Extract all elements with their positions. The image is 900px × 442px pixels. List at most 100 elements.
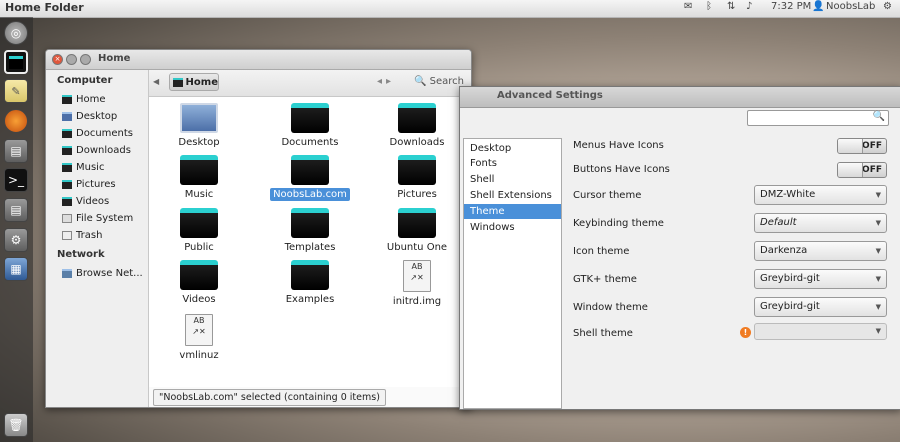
- system-monitor-2-icon[interactable]: ▤: [4, 198, 28, 222]
- sidebar-item-home[interactable]: Home: [62, 94, 106, 105]
- folder-icon: [291, 103, 329, 133]
- user-icon[interactable]: 👤: [812, 1, 824, 12]
- folder-icon: [291, 155, 329, 185]
- firefox-icon[interactable]: [4, 109, 28, 133]
- sidebar-item-desktop[interactable]: Desktop: [62, 111, 117, 122]
- category-windows[interactable]: Windows: [468, 220, 561, 235]
- file-manager-window: × Home Computer Home Desktop Documents D…: [45, 49, 472, 408]
- folder-icon: [62, 163, 72, 172]
- chevron-down-icon: ▼: [875, 191, 881, 199]
- category-shell-extensions[interactable]: Shell Extensions: [468, 188, 561, 203]
- advanced-settings-window: Advanced Settings 🔍 Desktop Fonts Shell …: [459, 86, 900, 410]
- folder-icon: [398, 103, 436, 133]
- sidebar-item-trash[interactable]: Trash: [62, 230, 102, 241]
- setting-label: Shell theme: [573, 328, 633, 339]
- folder-icon: [180, 260, 218, 290]
- sidebar-item-downloads[interactable]: Downloads: [62, 145, 131, 156]
- folder-icon: [62, 129, 72, 138]
- file-item-pictures[interactable]: Pictures: [369, 155, 465, 201]
- window-title: Home: [98, 53, 131, 64]
- setting-label: Menus Have Icons: [573, 140, 664, 151]
- clock[interactable]: 7:32 PM: [771, 1, 811, 12]
- file-item-documents[interactable]: Documents: [262, 103, 358, 149]
- volume-icon[interactable]: ♪: [746, 1, 752, 12]
- sidebar-heading-network: Network: [57, 249, 105, 260]
- file-item-templates[interactable]: Templates: [262, 208, 358, 254]
- file-item-videos[interactable]: Videos: [151, 260, 247, 306]
- sidebar-item-videos[interactable]: Videos: [62, 196, 109, 207]
- buttons-have-icons-toggle[interactable]: OFF: [837, 162, 887, 178]
- category-desktop[interactable]: Desktop: [468, 141, 561, 156]
- window-theme-select[interactable]: Greybird-git ▼: [754, 297, 887, 317]
- file-item-initrd[interactable]: AB ↗✕ initrd.img: [369, 260, 465, 308]
- dash-home-icon[interactable]: ◎: [4, 21, 28, 45]
- sidebar-item-pictures[interactable]: Pictures: [62, 179, 116, 190]
- workspace-switcher-icon[interactable]: ▦: [4, 257, 28, 281]
- chevron-down-icon: ▼: [875, 247, 881, 255]
- minimize-button[interactable]: [66, 54, 77, 65]
- status-bar: "NoobsLab.com" selected (containing 0 it…: [153, 389, 386, 406]
- places-sidebar: Computer Home Desktop Documents Download…: [46, 70, 149, 407]
- sidebar-item-file-system[interactable]: File System: [62, 213, 133, 224]
- drive-icon: [62, 214, 72, 223]
- file-item-public[interactable]: Public: [151, 208, 247, 254]
- terminal-icon[interactable]: >_: [4, 168, 28, 192]
- cursor-theme-select[interactable]: DMZ-White ▼: [754, 185, 887, 205]
- close-button[interactable]: ×: [52, 54, 63, 65]
- menus-have-icons-toggle[interactable]: OFF: [837, 138, 887, 154]
- network-icon: [62, 269, 72, 278]
- network-icon[interactable]: ⇅: [727, 1, 735, 12]
- file-item-music[interactable]: Music: [151, 155, 247, 201]
- bluetooth-icon[interactable]: ᛒ: [706, 1, 712, 12]
- nav-arrows-icon[interactable]: ◂▸: [377, 76, 395, 87]
- desktop-icon: [62, 112, 72, 121]
- category-shell[interactable]: Shell: [468, 172, 561, 187]
- sidebar-item-documents[interactable]: Documents: [62, 128, 133, 139]
- file-item-vmlinuz[interactable]: AB ↗✕ vmlinuz: [151, 314, 247, 362]
- icon-theme-select[interactable]: Darkenza ▼: [754, 241, 887, 261]
- advanced-settings-titlebar[interactable]: Advanced Settings: [460, 87, 900, 108]
- maximize-button[interactable]: [80, 54, 91, 65]
- system-monitor-icon[interactable]: ▤: [4, 139, 28, 163]
- keybinding-theme-select[interactable]: Default ▼: [754, 213, 887, 233]
- setting-label: GTK+ theme: [573, 274, 637, 285]
- desktop-icon: [180, 103, 218, 133]
- user-name[interactable]: NoobsLab: [826, 1, 875, 12]
- file-manager-toolbar: ◀ Home ◂▸ 🔍 Search: [149, 70, 471, 97]
- folder-icon: [398, 155, 436, 185]
- category-theme[interactable]: Theme: [464, 204, 561, 219]
- file-item-desktop[interactable]: Desktop: [151, 103, 247, 149]
- file-manager-titlebar[interactable]: × Home: [46, 50, 471, 70]
- back-arrow-icon[interactable]: ◀: [153, 77, 159, 86]
- sidebar-item-music[interactable]: Music: [62, 162, 104, 173]
- gtk-theme-select[interactable]: Greybird-git ▼: [754, 269, 887, 289]
- file-item-ubuntu-one[interactable]: Ubuntu One: [369, 208, 465, 254]
- sidebar-item-browse-network[interactable]: Browse Net...: [62, 268, 143, 279]
- sidebar-heading-computer: Computer: [57, 75, 113, 86]
- setting-label: Icon theme: [573, 246, 630, 257]
- system-settings-icon[interactable]: ⚙: [4, 228, 28, 252]
- category-list: Desktop Fonts Shell Shell Extensions The…: [463, 138, 562, 409]
- top-panel: Home Folder ✉ ᛒ ⇅ ♪ 7:32 PM 👤 NoobsLab ⚙: [0, 0, 900, 18]
- trash-icon: [62, 231, 72, 240]
- folder-icon: [180, 155, 218, 185]
- mail-icon[interactable]: ✉: [684, 1, 692, 12]
- file-item-examples[interactable]: Examples: [262, 260, 358, 306]
- home-folder-launcher-icon[interactable]: [4, 50, 28, 74]
- trash-icon[interactable]: 🗑: [4, 413, 28, 437]
- file-item-noobslab[interactable]: NoobsLab.com: [262, 155, 358, 201]
- category-fonts[interactable]: Fonts: [468, 156, 561, 171]
- folder-icon: [398, 208, 436, 238]
- gear-icon[interactable]: ⚙: [883, 1, 892, 12]
- breadcrumb-home[interactable]: Home: [169, 73, 219, 91]
- folder-icon: [62, 180, 72, 189]
- setting-label: Keybinding theme: [573, 218, 664, 229]
- text-editor-icon[interactable]: ✎: [4, 79, 28, 103]
- file-item-downloads[interactable]: Downloads: [369, 103, 465, 149]
- shell-theme-select[interactable]: ▼: [754, 323, 887, 340]
- binary-file-icon: AB ↗✕: [185, 314, 213, 346]
- setting-label: Window theme: [573, 302, 648, 313]
- search-button[interactable]: 🔍 Search: [414, 76, 464, 87]
- settings-search-input[interactable]: 🔍: [747, 110, 889, 126]
- folder-icon: [62, 146, 72, 155]
